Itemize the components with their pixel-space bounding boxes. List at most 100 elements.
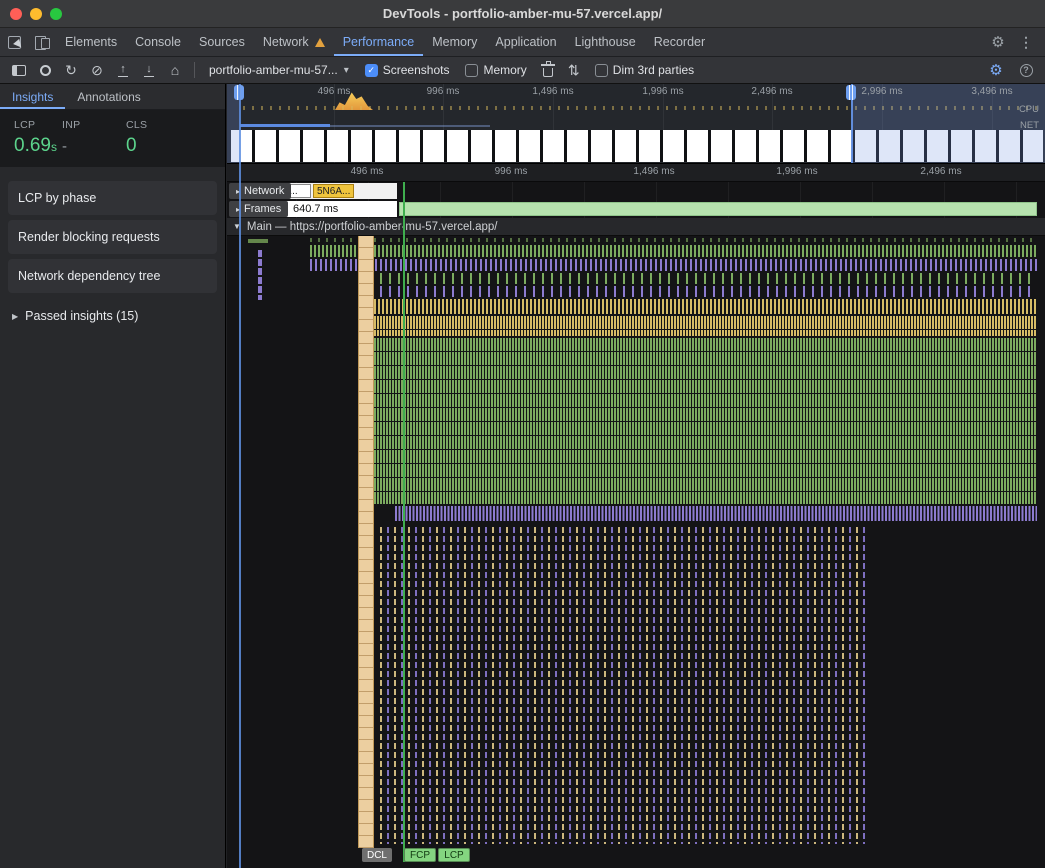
load-profile-button[interactable]: ↑ bbox=[110, 58, 136, 82]
passed-insights-label: Passed insights (15) bbox=[25, 309, 138, 323]
screenshots-label: Screenshots bbox=[383, 63, 450, 77]
triangle-right-icon: ▶ bbox=[12, 312, 18, 321]
minimize-button[interactable] bbox=[30, 8, 42, 20]
flame-event bbox=[248, 239, 268, 243]
collect-garbage-button[interactable] bbox=[535, 58, 561, 82]
tab-label: Sources bbox=[199, 35, 245, 49]
help-button[interactable]: ? bbox=[1013, 58, 1039, 82]
screenshots-checkbox[interactable]: ✓ Screenshots bbox=[365, 63, 450, 77]
lcp-header: LCP bbox=[14, 119, 62, 131]
inp-value: - bbox=[62, 138, 126, 155]
minimap-tick: 1,996 ms bbox=[642, 86, 683, 97]
fcp-marker[interactable]: FCP bbox=[404, 848, 436, 862]
memory-checkbox[interactable]: Memory bbox=[465, 63, 526, 77]
inspect-element-button[interactable] bbox=[0, 28, 28, 56]
clear-button[interactable]: ⊘ bbox=[84, 58, 110, 82]
passed-insights-toggle[interactable]: ▶ Passed insights (15) bbox=[12, 309, 217, 323]
history-select-value: portfolio-amber-mu-57... bbox=[209, 63, 338, 77]
minimap-tick: 496 ms bbox=[318, 86, 351, 97]
help-icon: ? bbox=[1020, 64, 1033, 77]
gear-icon: ⚙ bbox=[989, 61, 1002, 79]
flame-event-stack bbox=[258, 250, 262, 300]
tab-label: Network bbox=[263, 35, 309, 49]
tab-label: Insights bbox=[12, 90, 53, 104]
live-metrics-button[interactable]: ⌂ bbox=[162, 58, 188, 82]
network-overview-bar bbox=[330, 125, 490, 127]
dim-3rd-parties-checkbox[interactable]: Dim 3rd parties bbox=[595, 63, 694, 77]
trash-icon bbox=[543, 68, 553, 77]
memory-label: Memory bbox=[483, 63, 526, 77]
core-web-vitals-panel: LCP INP CLS 0.69s - 0 bbox=[0, 110, 225, 167]
home-icon: ⌂ bbox=[171, 62, 179, 78]
chevron-down-icon: ▾ bbox=[344, 65, 349, 76]
download-icon: ↓ bbox=[144, 64, 154, 77]
record-and-reload-button[interactable]: ↻ bbox=[58, 58, 84, 82]
tab-console[interactable]: Console bbox=[126, 28, 190, 56]
sort-flame-button[interactable]: ⇅ bbox=[561, 58, 587, 82]
sidebar-panel-icon bbox=[12, 65, 26, 76]
tab-label: Recorder bbox=[654, 35, 705, 49]
timeline-minimap[interactable]: 496 ms 996 ms 1,496 ms 1,996 ms 2,496 ms… bbox=[227, 84, 1045, 164]
tab-application[interactable]: Application bbox=[486, 28, 565, 56]
frames-track-header[interactable]: ▸ Frames bbox=[229, 201, 288, 217]
toolbar-right: ⚙ ? bbox=[983, 58, 1039, 82]
frames-track: ▸ Frames 640.7 ms bbox=[227, 200, 1045, 218]
dim-3rd-parties-label: Dim 3rd parties bbox=[613, 63, 694, 77]
window-controls bbox=[10, 8, 62, 20]
insight-render-blocking[interactable]: Render blocking requests bbox=[8, 220, 217, 254]
frame-duration-cell[interactable]: 640.7 ms bbox=[283, 201, 397, 217]
device-toolbar-button[interactable] bbox=[28, 28, 56, 56]
minimap-tick: 996 ms bbox=[427, 86, 460, 97]
flame-band-deep-stacks bbox=[380, 524, 866, 844]
tab-elements[interactable]: Elements bbox=[56, 28, 126, 56]
titlebar: DevTools - portfolio-amber-mu-57.vercel.… bbox=[0, 0, 1045, 28]
main-track-header[interactable]: ▼ Main — https://portfolio-amber-mu-57.v… bbox=[227, 218, 1045, 236]
tab-annotations[interactable]: Annotations bbox=[65, 84, 152, 109]
insight-lcp-by-phase[interactable]: LCP by phase bbox=[8, 181, 217, 215]
ruler-tick: 1,996 ms bbox=[776, 166, 817, 177]
insight-label: LCP by phase bbox=[18, 191, 96, 205]
lcp-marker[interactable]: LCP bbox=[438, 848, 470, 862]
flame-band-purple bbox=[310, 259, 1037, 271]
performance-toolbar: ↻ ⊘ ↑ ↓ ⌂ portfolio-amber-mu-57... ▾ ✓ S… bbox=[0, 57, 1045, 84]
zoom-button[interactable] bbox=[50, 8, 62, 20]
dcl-marker[interactable]: DCL bbox=[362, 848, 392, 862]
tab-sources[interactable]: Sources bbox=[190, 28, 254, 56]
window-right-handle[interactable] bbox=[846, 85, 856, 100]
close-button[interactable] bbox=[10, 8, 22, 20]
tab-lighthouse[interactable]: Lighthouse bbox=[566, 28, 645, 56]
tab-network[interactable]: Network bbox=[254, 28, 334, 56]
save-profile-button[interactable]: ↓ bbox=[136, 58, 162, 82]
history-select[interactable]: portfolio-amber-mu-57... ▾ bbox=[201, 63, 357, 77]
more-options-button[interactable]: ⋮ bbox=[1013, 29, 1039, 55]
tab-performance[interactable]: Performance bbox=[334, 28, 424, 56]
flame-band-scripting-dense bbox=[374, 316, 1037, 336]
reload-icon: ↻ bbox=[65, 62, 77, 79]
devtools-tabbar: Elements Console Sources Network Perform… bbox=[0, 28, 1045, 57]
up-down-arrows-icon: ⇅ bbox=[568, 62, 580, 79]
sidebar-tabs: Insights Annotations bbox=[0, 84, 225, 110]
capture-settings-button[interactable]: ⚙ bbox=[983, 58, 1009, 82]
toggle-sidebar-button[interactable] bbox=[6, 58, 32, 82]
flame-band-scripting bbox=[362, 299, 1037, 314]
tab-insights[interactable]: Insights bbox=[0, 84, 65, 109]
upload-icon: ↑ bbox=[118, 64, 128, 77]
long-frame-bar[interactable] bbox=[399, 202, 1037, 216]
network-track: ▸ Network x-... 5N6A... bbox=[227, 182, 1045, 200]
tab-label: Lighthouse bbox=[575, 35, 636, 49]
insight-label: Network dependency tree bbox=[18, 269, 160, 283]
tab-recorder[interactable]: Recorder bbox=[645, 28, 714, 56]
ruler-tick: 496 ms bbox=[351, 166, 384, 177]
tab-memory[interactable]: Memory bbox=[423, 28, 486, 56]
tab-label: Application bbox=[495, 35, 556, 49]
network-request-chip[interactable]: 5N6A... bbox=[313, 184, 354, 198]
tab-label: Performance bbox=[343, 35, 415, 49]
tab-label: Console bbox=[135, 35, 181, 49]
warning-icon bbox=[315, 38, 325, 47]
insight-network-dependency-tree[interactable]: Network dependency tree bbox=[8, 259, 217, 293]
record-button[interactable] bbox=[32, 58, 58, 82]
main-flame-chart[interactable]: DCL FCP LCP bbox=[227, 236, 1045, 868]
settings-button[interactable]: ⚙ bbox=[985, 29, 1011, 55]
flame-band-green-sparse bbox=[362, 273, 1037, 284]
flame-band-green bbox=[310, 245, 1037, 257]
